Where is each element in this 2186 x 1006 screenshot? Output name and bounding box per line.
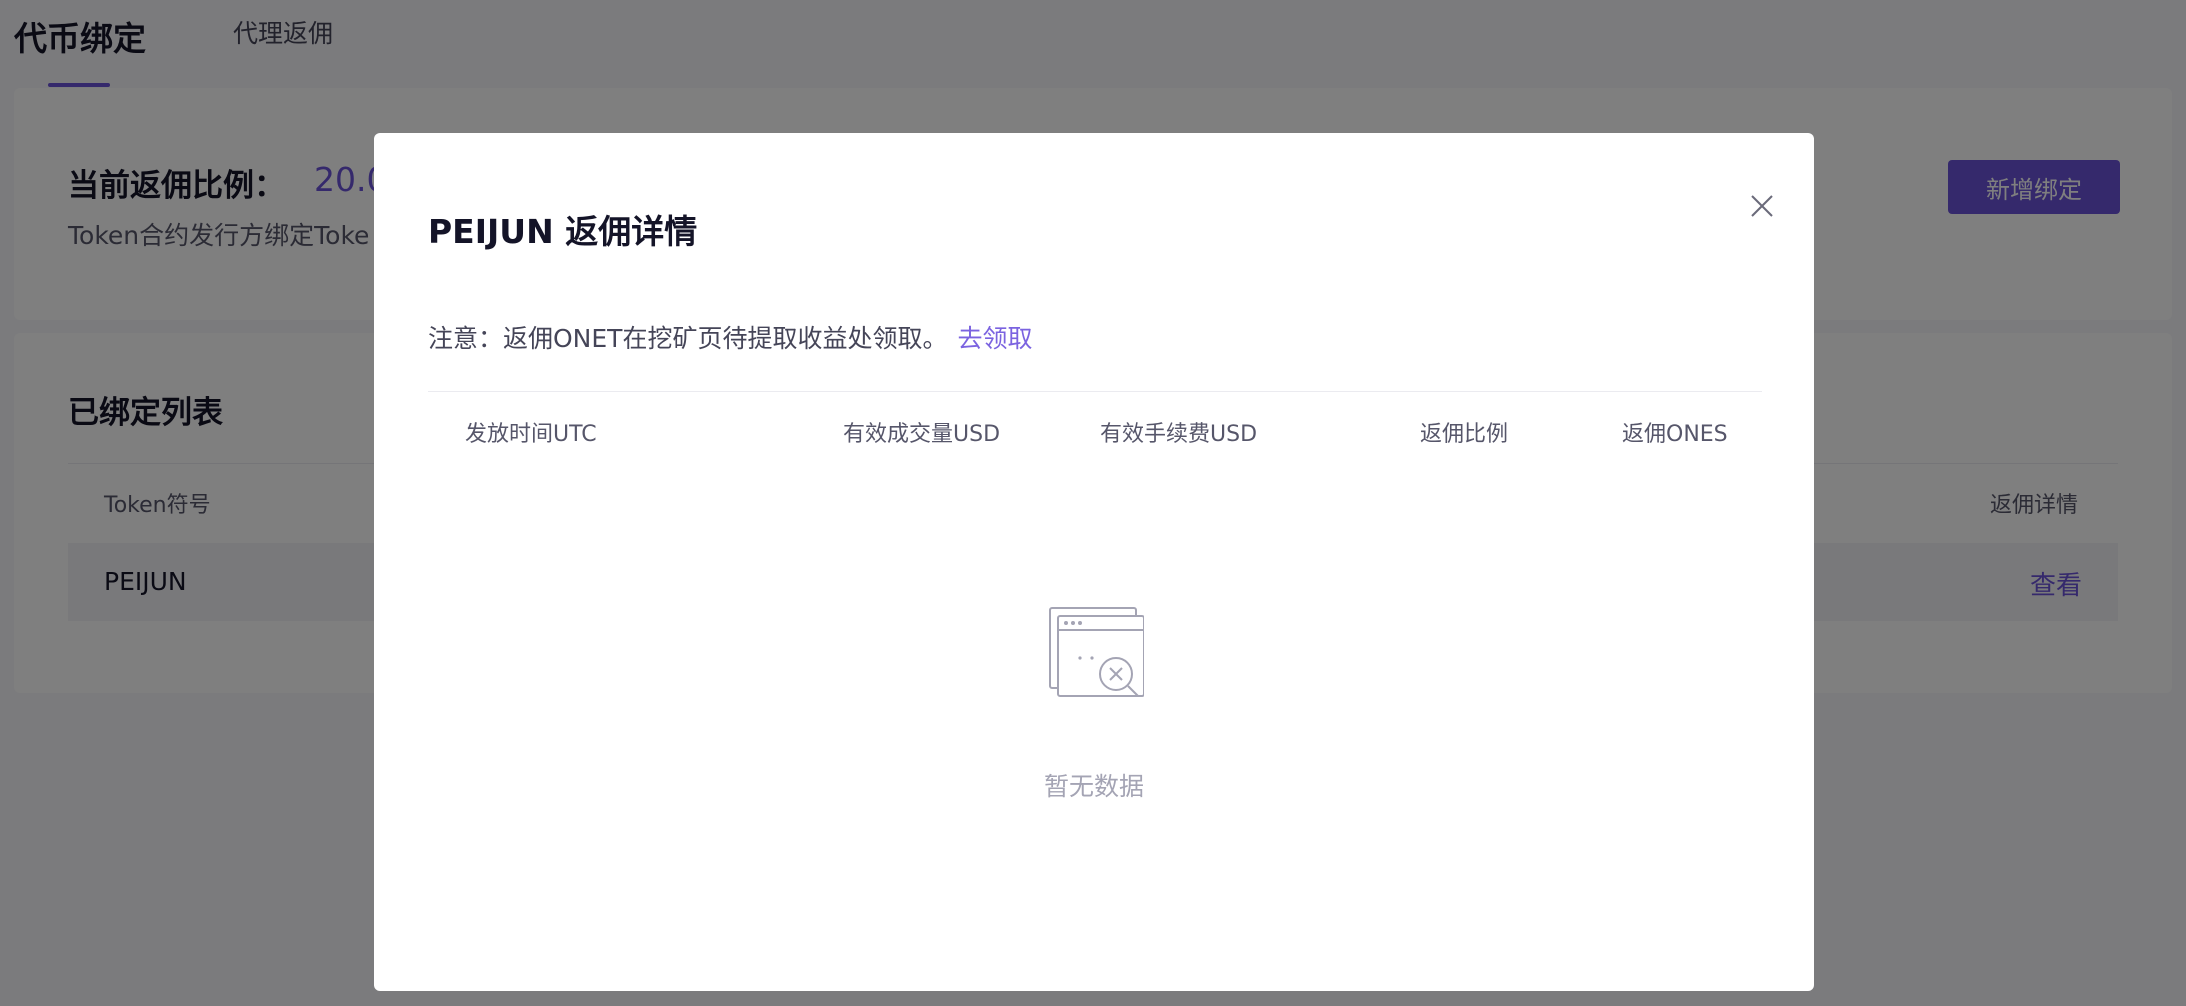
modal-divider: [428, 391, 1762, 392]
notice-message: 注意：返佣ONET在挖矿页待提取收益处领取。: [428, 324, 948, 353]
rebate-detail-modal: PEIJUN 返佣详情 注意：返佣ONET在挖矿页待提取收益处领取。 去领取 发放…: [374, 133, 1814, 991]
empty-data-icon: [1048, 606, 1145, 700]
column-header-valid-volume: 有效成交量USD: [843, 422, 1001, 447]
modal-title: PEIJUN 返佣详情: [428, 212, 698, 251]
column-header-rebate-ones: 返佣ONES: [1622, 422, 1728, 447]
page: 代币绑定 代理返佣 当前返佣比例： 20.0 Token合约发行方绑定Toke …: [0, 0, 2186, 1006]
column-header-valid-fee: 有效手续费USD: [1100, 422, 1258, 447]
claim-link[interactable]: 去领取: [957, 324, 1032, 353]
empty-data-text: 暂无数据: [1043, 772, 1144, 801]
notice-text: 注意：返佣ONET在挖矿页待提取收益处领取。 去领取: [428, 319, 1032, 355]
close-icon[interactable]: [1748, 192, 1776, 220]
column-header-issue-time: 发放时间UTC: [465, 422, 597, 447]
column-header-rebate-ratio: 返佣比例: [1420, 422, 1509, 447]
